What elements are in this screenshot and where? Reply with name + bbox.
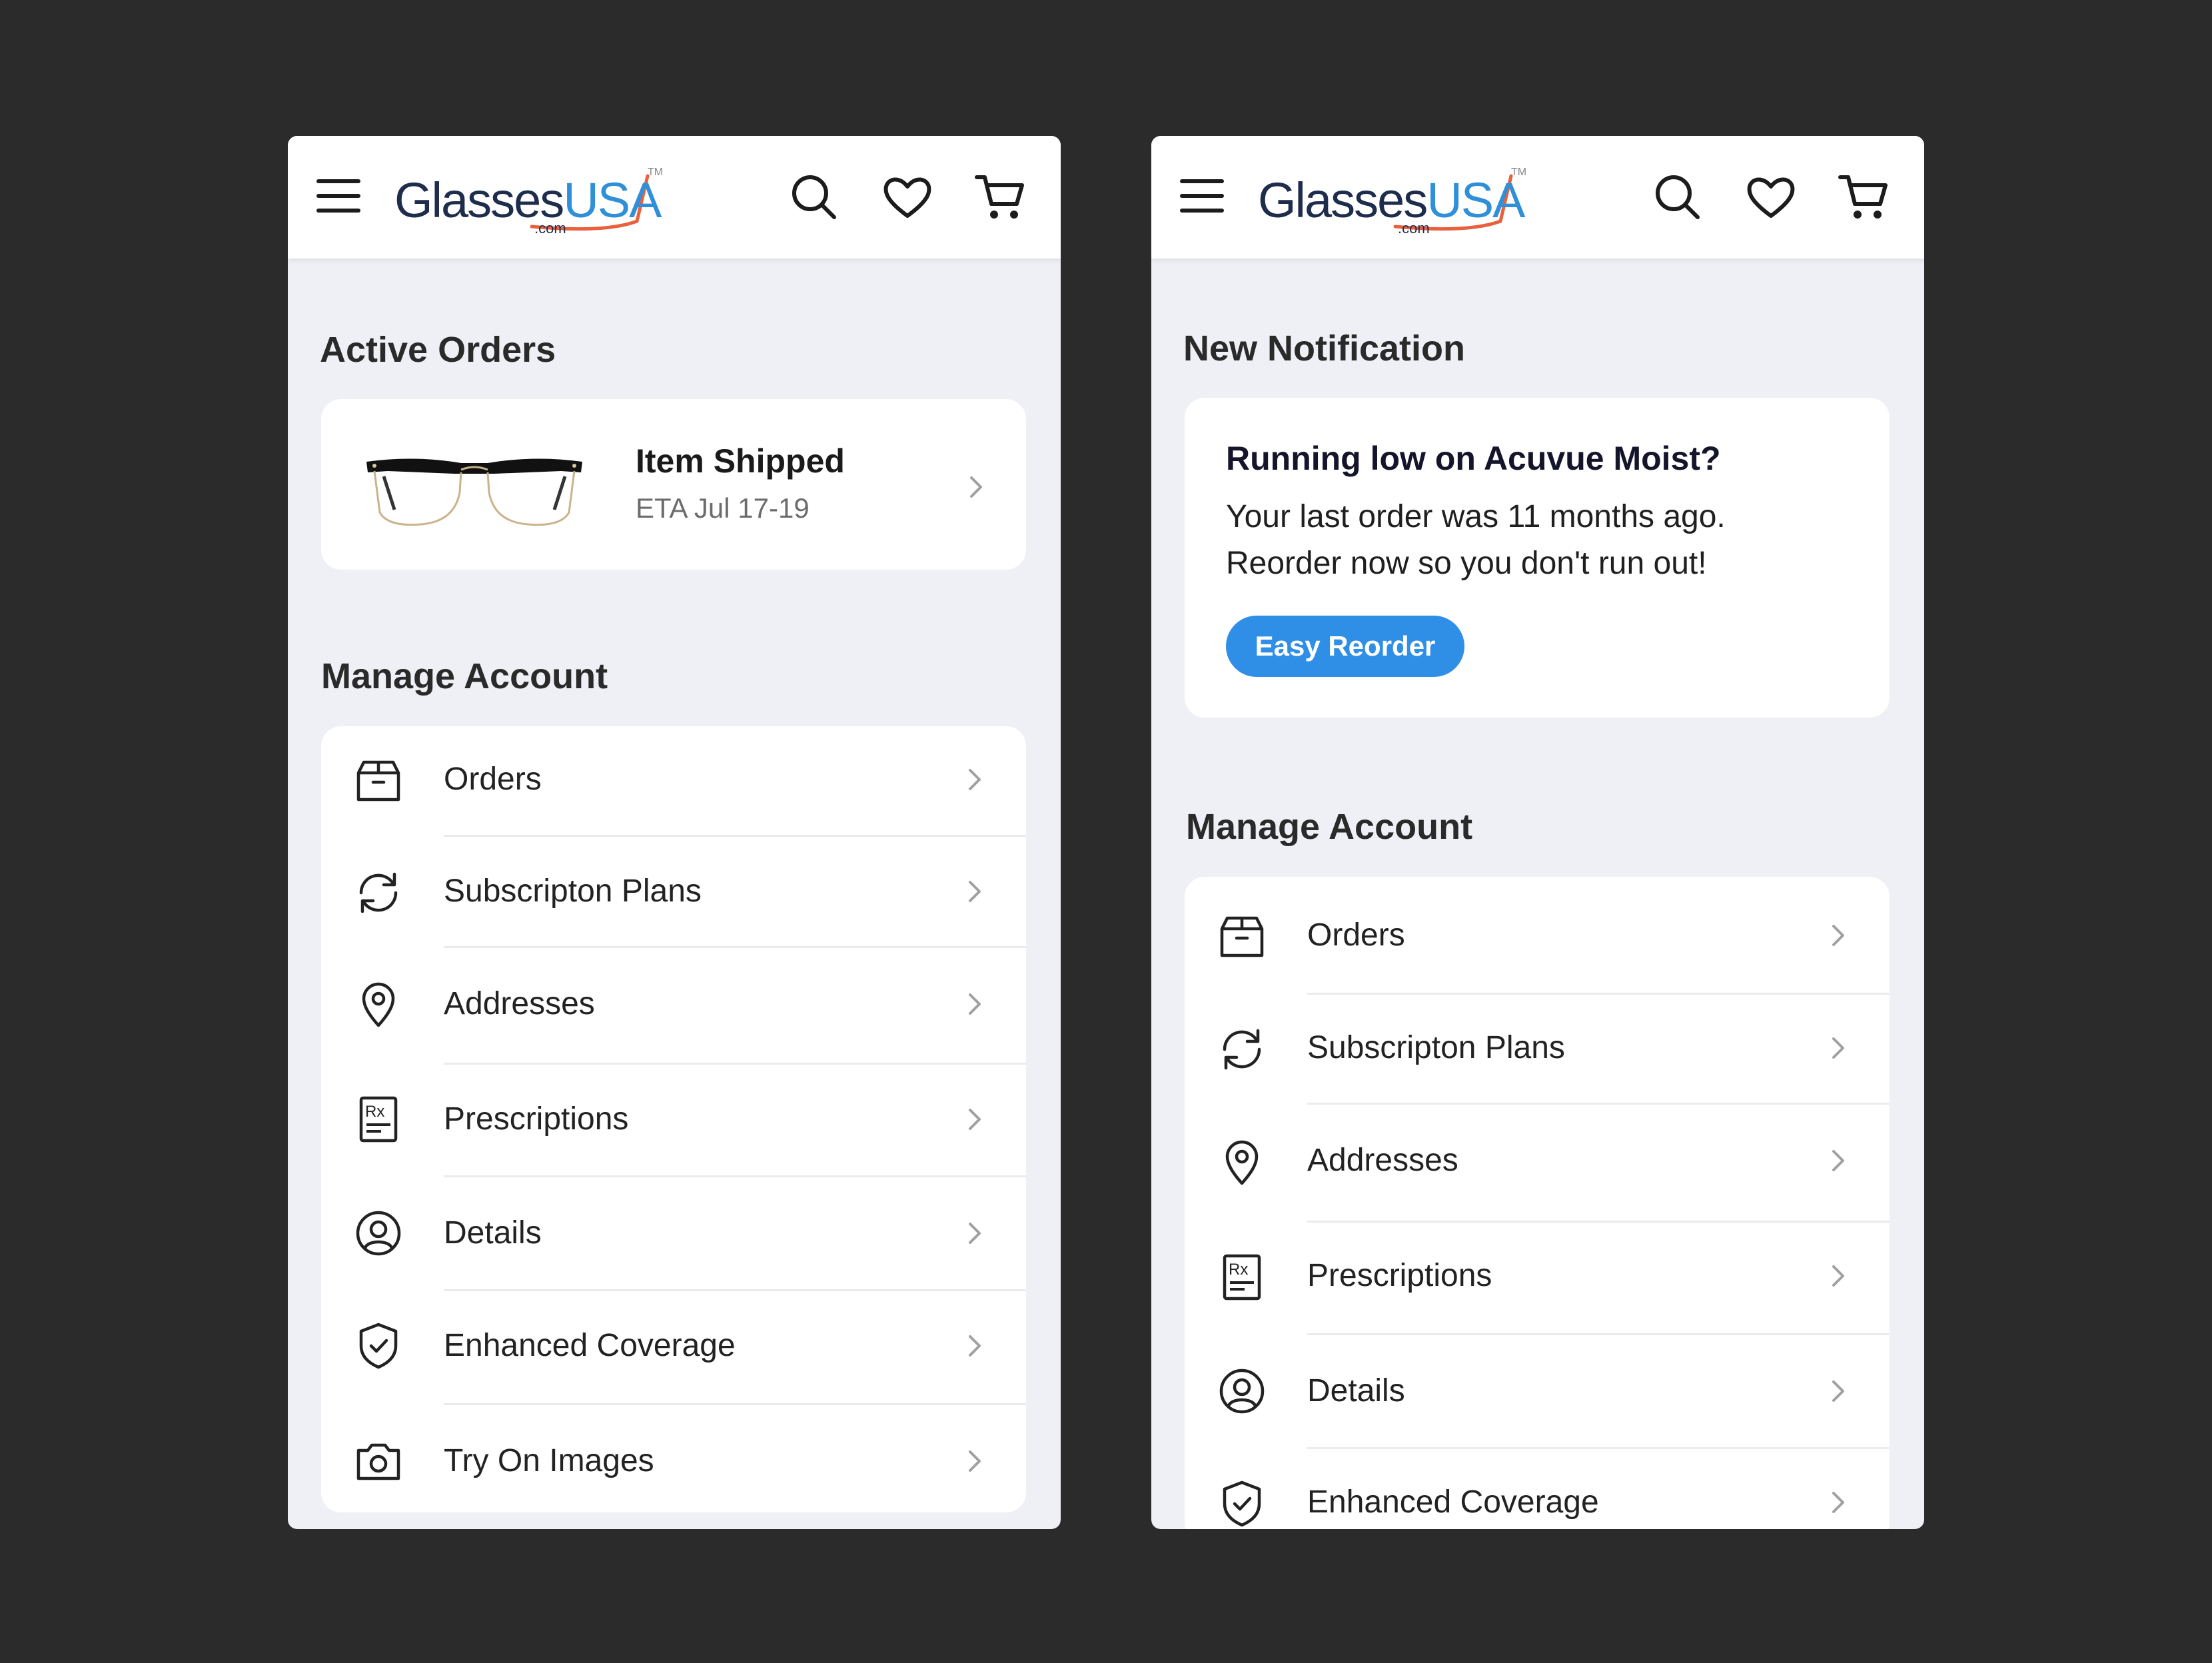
logo-word-usa: USA (1426, 173, 1525, 228)
manage-account-title: Manage Account (321, 656, 608, 696)
logo-trademark: TM (1511, 167, 1527, 178)
menu-item-label: Details (1307, 1373, 1405, 1408)
logo-dotcom: .com (534, 220, 566, 237)
logo-word-usa: USA (563, 173, 662, 228)
chevron-right-icon (1828, 1263, 1848, 1289)
location-pin-icon (1218, 1138, 1266, 1186)
chevron-right-icon (965, 991, 985, 1017)
top-nav-bar: GlassesUSA .com TM (1151, 136, 1924, 259)
box-icon (1218, 913, 1266, 961)
manage-account-title: Manage Account (1186, 807, 1473, 847)
location-pin-icon (354, 980, 402, 1028)
chevron-right-icon (1828, 1147, 1848, 1174)
search-icon[interactable] (788, 171, 841, 224)
chevron-right-icon (965, 1448, 985, 1474)
heart-icon[interactable] (1744, 171, 1798, 224)
notification-body: Your last order was 11 months ago. Reord… (1226, 494, 1726, 587)
active-order-card[interactable]: Item Shipped ETA Jul 17-19 (321, 399, 1026, 570)
chevron-right-icon (1828, 1378, 1848, 1404)
active-orders-title: Active Orders (320, 330, 556, 370)
phone-screen-active-orders: GlassesUSA .com TM Active Orders Item Sh… (288, 136, 1061, 1529)
new-notification-title: New Notification (1183, 328, 1466, 368)
menu-item-label: Subscripton Plans (444, 873, 702, 909)
chevron-right-icon (965, 766, 985, 793)
menu-item-addresses[interactable]: Addresses (1185, 1105, 1890, 1223)
manage-account-menu: Orders Subscripton Plans Addresses Rx Pr… (321, 726, 1026, 1512)
search-icon[interactable] (1651, 171, 1704, 224)
menu-item-details[interactable]: Details (321, 1177, 1026, 1291)
chevron-right-icon (965, 1220, 985, 1247)
svg-text:Rx: Rx (1229, 1261, 1248, 1279)
chevron-right-icon (965, 878, 985, 905)
menu-item-try-on-images[interactable]: Try On Images (321, 1405, 1026, 1512)
notification-line: Your last order was 11 months ago. (1226, 499, 1726, 534)
easy-reorder-button[interactable]: Easy Reorder (1226, 616, 1464, 677)
order-status: Item Shipped (636, 442, 845, 480)
menu-item-label: Details (444, 1215, 542, 1251)
menu-item-subscription-plans[interactable]: Subscripton Plans (321, 837, 1026, 948)
shield-check-icon (1218, 1480, 1266, 1528)
box-icon (354, 757, 402, 805)
heart-icon[interactable] (881, 171, 934, 224)
menu-item-enhanced-coverage[interactable]: Enhanced Coverage (1185, 1449, 1890, 1529)
menu-item-subscription-plans[interactable]: Subscripton Plans (1185, 995, 1890, 1105)
menu-item-orders[interactable]: Orders (321, 726, 1026, 837)
menu-item-label: Prescriptions (1307, 1258, 1492, 1293)
user-icon (1218, 1367, 1266, 1415)
menu-item-label: Enhanced Coverage (444, 1328, 736, 1363)
cart-icon[interactable] (1838, 171, 1891, 224)
chevron-right-icon (965, 1106, 985, 1133)
menu-item-label: Addresses (444, 986, 595, 1021)
phone-screen-notification: GlassesUSA .com TM New Notification Runn… (1151, 136, 1924, 1529)
notification-headline: Running low on Acuvue Moist? (1226, 440, 1721, 477)
eyeglasses-product-image (361, 452, 588, 532)
user-icon (354, 1209, 402, 1257)
menu-item-enhanced-coverage[interactable]: Enhanced Coverage (321, 1291, 1026, 1405)
menu-item-prescriptions[interactable]: Rx Prescriptions (321, 1065, 1026, 1177)
menu-item-label: Prescriptions (444, 1101, 629, 1137)
menu-item-label: Enhanced Coverage (1307, 1484, 1599, 1520)
refresh-icon (1218, 1025, 1266, 1073)
menu-item-addresses[interactable]: Addresses (321, 948, 1026, 1065)
hamburger-icon[interactable] (316, 177, 362, 215)
menu-item-details[interactable]: Details (1185, 1335, 1890, 1449)
camera-icon (354, 1437, 402, 1485)
menu-item-label: Try On Images (444, 1443, 654, 1478)
logo-trademark: TM (648, 167, 664, 178)
menu-item-label: Subscripton Plans (1307, 1030, 1565, 1065)
refresh-icon (354, 869, 402, 917)
glassesusa-logo[interactable]: GlassesUSA .com TM (394, 161, 674, 237)
notification-card: Running low on Acuvue Moist? Your last o… (1185, 398, 1890, 718)
glassesusa-logo[interactable]: GlassesUSA .com TM (1258, 161, 1538, 237)
cart-icon[interactable] (974, 171, 1027, 224)
chevron-right-icon (1828, 1489, 1848, 1516)
hamburger-icon[interactable] (1179, 177, 1226, 215)
menu-item-label: Orders (444, 762, 542, 797)
menu-item-orders[interactable]: Orders (1185, 877, 1890, 995)
top-nav-bar: GlassesUSA .com TM (288, 136, 1061, 259)
order-eta: ETA Jul 17-19 (636, 492, 810, 524)
menu-item-label: Addresses (1307, 1143, 1458, 1178)
logo-dotcom: .com (1398, 220, 1430, 237)
svg-text:Rx: Rx (365, 1103, 384, 1121)
notification-line: Reorder now so you don't run out! (1226, 546, 1707, 581)
chevron-right-icon (966, 474, 986, 500)
prescription-icon: Rx (1218, 1253, 1266, 1301)
menu-item-label: Orders (1307, 917, 1405, 953)
manage-account-menu: Orders Subscripton Plans Addresses Rx Pr… (1185, 877, 1890, 1529)
menu-item-prescriptions[interactable]: Rx Prescriptions (1185, 1223, 1890, 1335)
shield-check-icon (354, 1322, 402, 1370)
chevron-right-icon (1828, 922, 1848, 949)
chevron-right-icon (1828, 1035, 1848, 1061)
chevron-right-icon (965, 1333, 985, 1359)
prescription-icon: Rx (354, 1095, 402, 1143)
